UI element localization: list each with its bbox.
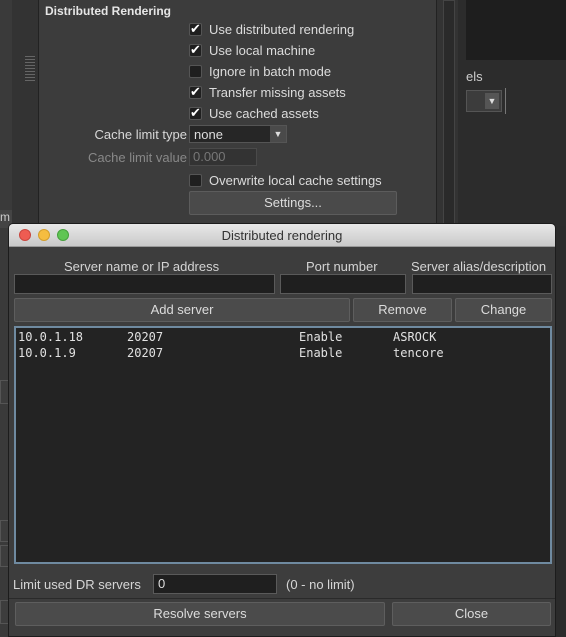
chevron-down-icon[interactable]: ▼ [485, 93, 499, 109]
server-ip: 10.0.1.18 [18, 330, 84, 344]
use-local-machine-checkbox[interactable]: Use local machine [189, 41, 315, 59]
checkbox-icon[interactable] [189, 173, 202, 187]
cache-limit-type-dropdown[interactable]: none ▼ [189, 125, 287, 143]
checkbox-label: Use distributed rendering [209, 21, 355, 37]
server-alias: ASROCK [393, 330, 437, 344]
server-alias-input[interactable] [412, 274, 552, 294]
resolve-servers-button[interactable]: Resolve servers [15, 602, 385, 626]
limit-hint: (0 - no limit) [286, 577, 355, 592]
server-status: Enable [299, 330, 343, 344]
checkbox-icon[interactable] [189, 42, 202, 58]
close-button[interactable]: Close [392, 602, 551, 626]
transfer-missing-assets-checkbox[interactable]: Transfer missing assets [189, 83, 346, 101]
divider [505, 88, 506, 114]
drag-handle-icon[interactable] [25, 56, 35, 82]
server-ip: 10.0.1.9 [18, 346, 76, 360]
checkbox-icon[interactable] [189, 64, 202, 78]
checkbox-label: Transfer missing assets [209, 84, 346, 100]
server-name-input[interactable] [14, 274, 275, 294]
checkbox-label: Use cached assets [209, 105, 319, 121]
ignore-in-batch-mode-checkbox[interactable]: Ignore in batch mode [189, 62, 331, 80]
limit-dr-servers-label: Limit used DR servers [13, 577, 141, 592]
overwrite-local-cache-checkbox[interactable]: Overwrite local cache settings [189, 171, 382, 189]
use-distributed-rendering-checkbox[interactable]: Use distributed rendering [189, 20, 354, 38]
panel-title: Distributed Rendering [45, 4, 172, 18]
server-list[interactable]: 10.0.1.18 20207 Enable ASROCK 10.0.1.9 2… [14, 326, 552, 564]
checkbox-label: Ignore in batch mode [209, 63, 332, 79]
distributed-rendering-panel: Distributed Rendering Use distributed re… [38, 0, 437, 226]
server-port: 20207 [127, 330, 164, 344]
distributed-rendering-dialog: Distributed rendering Server name or IP … [8, 223, 556, 637]
right-panel-label: els [466, 69, 483, 84]
checkbox-icon[interactable] [189, 105, 202, 121]
scrollbar-thumb[interactable] [443, 0, 455, 227]
checkbox-label: Use local machine [209, 42, 316, 58]
cache-limit-value-input: 0.000 [189, 148, 257, 166]
limit-dr-servers-input[interactable]: 0 [153, 574, 277, 594]
port-number-header: Port number [306, 259, 378, 274]
dialog-title: Distributed rendering [221, 228, 343, 243]
cache-limit-value-label: Cache limit value [88, 150, 187, 165]
remove-button[interactable]: Remove [353, 298, 452, 322]
right-dropdown[interactable]: ▼ [466, 90, 502, 112]
right-viewport [466, 0, 566, 60]
chevron-down-icon[interactable]: ▼ [270, 126, 286, 142]
divider [9, 598, 555, 599]
settings-button[interactable]: Settings... [189, 191, 397, 215]
checkbox-label: Overwrite local cache settings [209, 172, 382, 188]
checkbox-icon[interactable] [189, 21, 202, 37]
server-alias-header: Server alias/description [411, 259, 547, 274]
list-item[interactable]: 10.0.1.9 20207 Enable tencore [16, 346, 550, 362]
server-alias: tencore [393, 346, 444, 360]
list-item[interactable]: 10.0.1.18 20207 Enable ASROCK [16, 330, 550, 346]
change-button[interactable]: Change [455, 298, 552, 322]
port-number-input[interactable] [280, 274, 406, 294]
use-cached-assets-checkbox[interactable]: Use cached assets [189, 104, 319, 122]
server-name-header: Server name or IP address [64, 259, 220, 274]
server-port: 20207 [127, 346, 164, 360]
dialog-titlebar[interactable]: Distributed rendering [9, 224, 555, 247]
add-server-button[interactable]: Add server [14, 298, 350, 322]
server-status: Enable [299, 346, 343, 360]
side-tab-label: m [0, 210, 10, 224]
cache-limit-type-label: Cache limit type [94, 127, 187, 142]
dropdown-value: none [194, 127, 223, 142]
checkbox-icon[interactable] [189, 84, 202, 100]
panel-scrollbar[interactable] [436, 0, 459, 227]
